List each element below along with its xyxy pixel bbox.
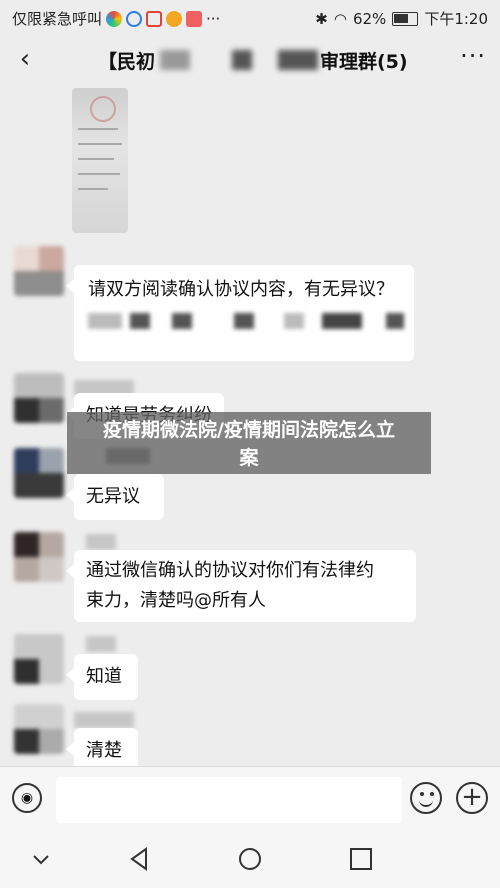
message-text-line2: 束力，清楚吗@所有人 bbox=[86, 590, 266, 611]
app-notification-icon bbox=[146, 10, 163, 27]
avatar[interactable] bbox=[14, 373, 64, 423]
title-redaction bbox=[160, 50, 190, 70]
more-notifications-text: ··· bbox=[206, 9, 221, 28]
app-notification-icon bbox=[106, 10, 123, 27]
sender-name bbox=[86, 636, 116, 652]
chat-title-left: 【民初 bbox=[98, 51, 156, 73]
stamp-icon bbox=[90, 96, 116, 122]
redaction bbox=[130, 313, 150, 329]
message-bubble[interactable]: 通过微信确认的协议对你们有法律约 束力，清楚吗@所有人 bbox=[66, 550, 416, 622]
chat-title-right: 审理群(5) bbox=[320, 51, 408, 73]
avatar[interactable] bbox=[14, 532, 64, 582]
app-notification-icon bbox=[186, 10, 203, 27]
plus-button[interactable]: + bbox=[456, 782, 488, 814]
wifi-icon: ◠ bbox=[333, 9, 347, 28]
message-text: 清楚 bbox=[86, 740, 122, 761]
message-bubble[interactable]: 无异议 bbox=[66, 474, 164, 520]
weibo-icon bbox=[166, 10, 183, 27]
message-input[interactable] bbox=[56, 777, 402, 823]
title-redaction bbox=[278, 50, 318, 70]
doc-line bbox=[78, 158, 114, 160]
message-text-line1: 通过微信确认的协议对你们有法律约 bbox=[86, 560, 374, 581]
message-text: 请双方阅读确认协议内容，有无异议？ bbox=[88, 279, 394, 300]
document-photo[interactable] bbox=[72, 88, 128, 233]
chevron-left-icon: ‹ bbox=[19, 44, 31, 74]
avatar[interactable] bbox=[14, 704, 64, 754]
chat-header: ‹ 【民初 审理群(5) ··· bbox=[0, 34, 500, 88]
avatar[interactable] bbox=[14, 246, 64, 296]
clock: 下午1:20 bbox=[424, 10, 488, 28]
plus-icon: + bbox=[461, 782, 483, 812]
more-button[interactable]: ··· bbox=[460, 42, 486, 70]
doc-line bbox=[78, 173, 120, 175]
bluetooth-icon: ✱ bbox=[315, 9, 328, 28]
carrier-text: 仅限紧急呼叫 bbox=[12, 10, 103, 28]
emoji-icon bbox=[419, 798, 433, 807]
emoji-icon bbox=[430, 792, 434, 796]
message-bubble[interactable]: 知道 bbox=[66, 654, 138, 700]
emoji-icon bbox=[420, 792, 424, 796]
redaction bbox=[172, 313, 192, 329]
more-icon: ··· bbox=[460, 42, 486, 70]
battery-percent: 62% bbox=[352, 9, 387, 28]
battery-icon bbox=[392, 11, 419, 26]
redaction bbox=[386, 313, 404, 329]
emoji-button[interactable] bbox=[410, 782, 442, 814]
voice-icon: ◉ bbox=[20, 790, 34, 806]
overlay-line1: 疫情期微法院/疫情期间法院怎么立 bbox=[103, 419, 395, 441]
status-bar: 仅限紧急呼叫 ··· ✱ ◠ 62% 下午1:20 bbox=[0, 0, 500, 34]
overlay-line2: 案 bbox=[239, 447, 259, 469]
redaction bbox=[322, 313, 362, 329]
nav-home-button[interactable] bbox=[235, 844, 265, 874]
avatar[interactable] bbox=[14, 448, 64, 498]
message-text: 知道 bbox=[86, 666, 122, 687]
status-right: ✱ ◠ 62% 下午1:20 bbox=[315, 8, 488, 29]
chevron-down-icon bbox=[33, 855, 49, 865]
system-nav-bar bbox=[0, 830, 500, 888]
sender-name bbox=[74, 712, 134, 728]
back-button[interactable]: ‹ bbox=[10, 44, 40, 74]
doc-line bbox=[78, 143, 122, 145]
nav-down-button[interactable] bbox=[26, 844, 56, 874]
status-left: 仅限紧急呼叫 ··· bbox=[12, 8, 220, 29]
overlay-banner: 疫情期微法院/疫情期间法院怎么立 案 bbox=[67, 412, 431, 474]
sender-name bbox=[86, 534, 116, 550]
input-bar: ◉ + bbox=[0, 766, 500, 831]
message-text: 无异议 bbox=[86, 486, 140, 507]
title-redaction bbox=[232, 50, 252, 70]
square-recent-icon bbox=[350, 848, 372, 870]
redaction bbox=[234, 313, 254, 329]
redaction bbox=[284, 313, 304, 329]
doc-line bbox=[78, 128, 118, 130]
avatar[interactable] bbox=[14, 634, 64, 684]
voice-button[interactable]: ◉ bbox=[12, 783, 42, 813]
triangle-back-icon bbox=[130, 847, 147, 871]
circle-home-icon bbox=[239, 848, 261, 870]
app-notification-icon bbox=[126, 10, 143, 27]
nav-back-button[interactable] bbox=[124, 844, 154, 874]
message-bubble[interactable]: 请双方阅读确认协议内容，有无异议？ bbox=[66, 265, 414, 361]
doc-line bbox=[78, 188, 108, 190]
redaction bbox=[88, 313, 122, 329]
nav-recent-button[interactable] bbox=[346, 844, 376, 874]
message-bubble[interactable]: 清楚 bbox=[66, 728, 138, 766]
